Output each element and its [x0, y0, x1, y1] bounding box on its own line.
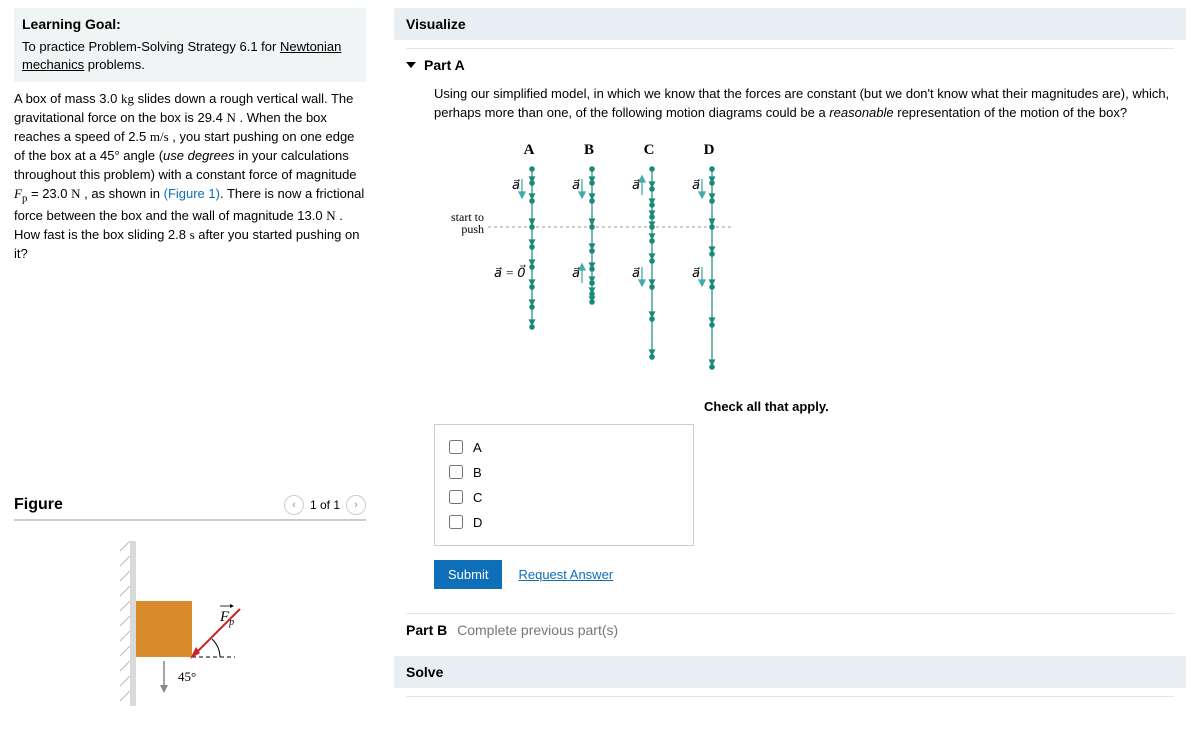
option-d[interactable]: D — [435, 510, 693, 535]
svg-text:a⃗ = 0⃗: a⃗ = 0⃗ — [494, 264, 526, 279]
part-b-text: Complete previous part(s) — [457, 622, 618, 638]
svg-text:C: C — [644, 142, 655, 158]
visualize-section-header: Visualize — [394, 8, 1186, 40]
svg-text:a⃗: a⃗ — [692, 265, 700, 280]
checkbox-a[interactable] — [449, 440, 463, 454]
svg-text:45°: 45° — [178, 669, 196, 684]
part-a-question: Using our simplified model, in which we … — [434, 85, 1174, 123]
svg-text:a⃗: a⃗ — [512, 177, 520, 192]
part-a-header[interactable]: Part A — [394, 49, 1186, 85]
figure-prev-button[interactable]: ‹ — [284, 495, 304, 515]
checkbox-d[interactable] — [449, 515, 463, 529]
figure-1-link[interactable]: (Figure 1) — [164, 186, 220, 201]
submit-button[interactable]: Submit — [434, 560, 502, 589]
svg-text:B: B — [584, 142, 594, 158]
figure-nav: ‹ 1 of 1 › — [284, 495, 366, 515]
learning-goal-title: Learning Goal: — [22, 16, 358, 32]
part-b-label: Part B — [406, 622, 447, 638]
figure-title: Figure — [14, 496, 63, 514]
figure-header: Figure ‹ 1 of 1 › — [14, 491, 366, 521]
part-b-row: Part B Complete previous part(s) — [394, 614, 1186, 656]
request-answer-link[interactable]: Request Answer — [518, 567, 613, 582]
motion-diagram: A B C D start to push a⃗ a⃗ a⃗ a⃗ — [434, 135, 1174, 395]
svg-text:a⃗: a⃗ — [632, 265, 640, 280]
svg-text:A: A — [524, 142, 535, 158]
learning-goal-box: Learning Goal: To practice Problem-Solvi… — [14, 8, 366, 82]
checkbox-c[interactable] — [449, 490, 463, 504]
svg-text:a⃗: a⃗ — [692, 177, 700, 192]
options-box: A B C D — [434, 424, 694, 546]
caret-down-icon — [406, 62, 416, 68]
svg-text:Fp: Fp — [219, 609, 234, 628]
svg-text:push: push — [461, 222, 484, 236]
figure-counter: 1 of 1 — [310, 498, 340, 512]
part-a-title: Part A — [424, 57, 465, 73]
option-c[interactable]: C — [435, 485, 693, 510]
svg-text:D: D — [704, 142, 715, 158]
figure-image: 45° Fp — [14, 521, 366, 731]
check-all-instruction: Check all that apply. — [704, 399, 1174, 414]
svg-text:a⃗: a⃗ — [632, 177, 640, 192]
svg-text:a⃗: a⃗ — [572, 177, 580, 192]
problem-statement: A box of mass 3.0 kg slides down a rough… — [14, 86, 366, 281]
solve-section-header: Solve — [394, 656, 1186, 688]
option-a[interactable]: A — [435, 435, 693, 460]
checkbox-b[interactable] — [449, 465, 463, 479]
svg-text:a⃗: a⃗ — [572, 265, 580, 280]
option-b[interactable]: B — [435, 460, 693, 485]
figure-next-button[interactable]: › — [346, 495, 366, 515]
learning-goal-text: To practice Problem-Solving Strategy 6.1… — [22, 38, 358, 74]
